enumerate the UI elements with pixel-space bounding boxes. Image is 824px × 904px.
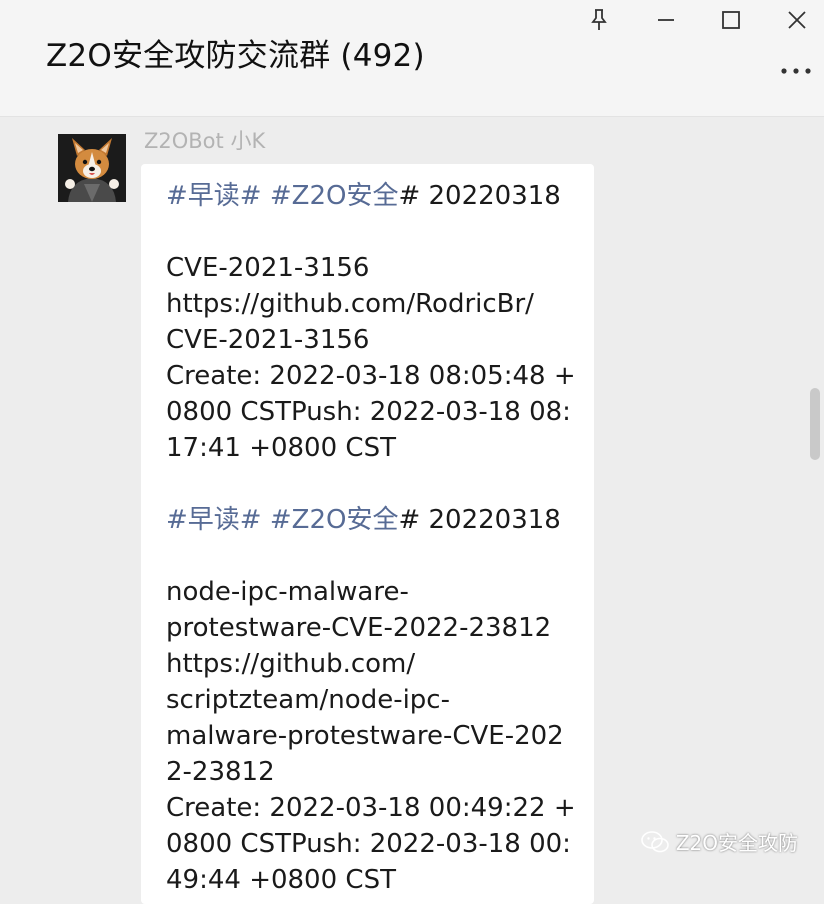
message-bubble[interactable]: #早读# #Z2O安全# 20220318 CVE-2021-3156 http…: [141, 164, 594, 904]
title-bar: Z2O安全攻防交流群 (492): [0, 0, 824, 117]
hashtag-link[interactable]: #Z2O安全: [270, 181, 399, 211]
hashtag-link[interactable]: #早读#: [166, 181, 262, 211]
message-line: 0800 CSTPush: 2022-03-18 08:: [166, 397, 571, 427]
maximize-button[interactable]: [713, 4, 749, 36]
scrollbar-thumb[interactable]: [810, 388, 820, 460]
minimize-button[interactable]: [648, 4, 684, 36]
wechat-icon: [641, 830, 669, 852]
corgi-avatar-image: [58, 134, 126, 202]
sender-avatar[interactable]: [58, 134, 126, 202]
message-line: Create: 2022-03-18 08:05:48 +: [166, 361, 576, 391]
headline: #早读# #Z2O安全# 20220318: [166, 178, 584, 214]
message-line: CVE-2021-3156: [166, 253, 370, 283]
chat-title: Z2O安全攻防交流群 (492): [46, 38, 425, 74]
headline-date: # 20220318: [398, 181, 561, 211]
headline-date: # 20220318: [398, 505, 561, 535]
maximize-icon: [722, 11, 740, 29]
repo-link[interactable]: https://github.com/RodricBr/: [166, 286, 584, 322]
minimize-icon: [658, 19, 674, 21]
message-line: node-ipc-malware-: [166, 577, 409, 607]
close-button[interactable]: [779, 4, 815, 36]
message-line: protestware-CVE-2022-23812: [166, 613, 552, 643]
hashtag-link[interactable]: #早读#: [166, 505, 262, 535]
hashtag-link[interactable]: #Z2O安全: [270, 505, 399, 535]
message-line: 49:44 +0800 CST: [166, 865, 396, 895]
watermark: Z2O安全攻防: [640, 827, 798, 856]
message-line: 17:41 +0800 CST: [166, 433, 396, 463]
close-icon: [788, 11, 806, 29]
pin-button[interactable]: [581, 4, 617, 36]
repo-link[interactable]: https://github.com/: [166, 646, 584, 682]
repo-link[interactable]: scriptzteam/node-ipc-: [166, 682, 584, 718]
headline: #早读# #Z2O安全# 20220318: [166, 502, 584, 538]
repo-link[interactable]: malware-protestware-CVE-202: [166, 718, 584, 754]
repo-link[interactable]: CVE-2021-3156: [166, 322, 584, 358]
message-text: #早读# #Z2O安全# 20220318 CVE-2021-3156 http…: [166, 178, 584, 898]
message-line: 0800 CSTPush: 2022-03-18 00:: [166, 829, 571, 859]
repo-link[interactable]: 2-23812: [166, 754, 584, 790]
pin-icon: [591, 9, 607, 30]
watermark-text: Z2O安全攻防: [675, 831, 798, 855]
sender-name: Z2OBot 小K: [144, 129, 266, 153]
more-options-button[interactable]: [780, 58, 812, 78]
message-line: Create: 2022-03-18 00:49:22 +: [166, 793, 576, 823]
more-icon: [781, 68, 811, 74]
